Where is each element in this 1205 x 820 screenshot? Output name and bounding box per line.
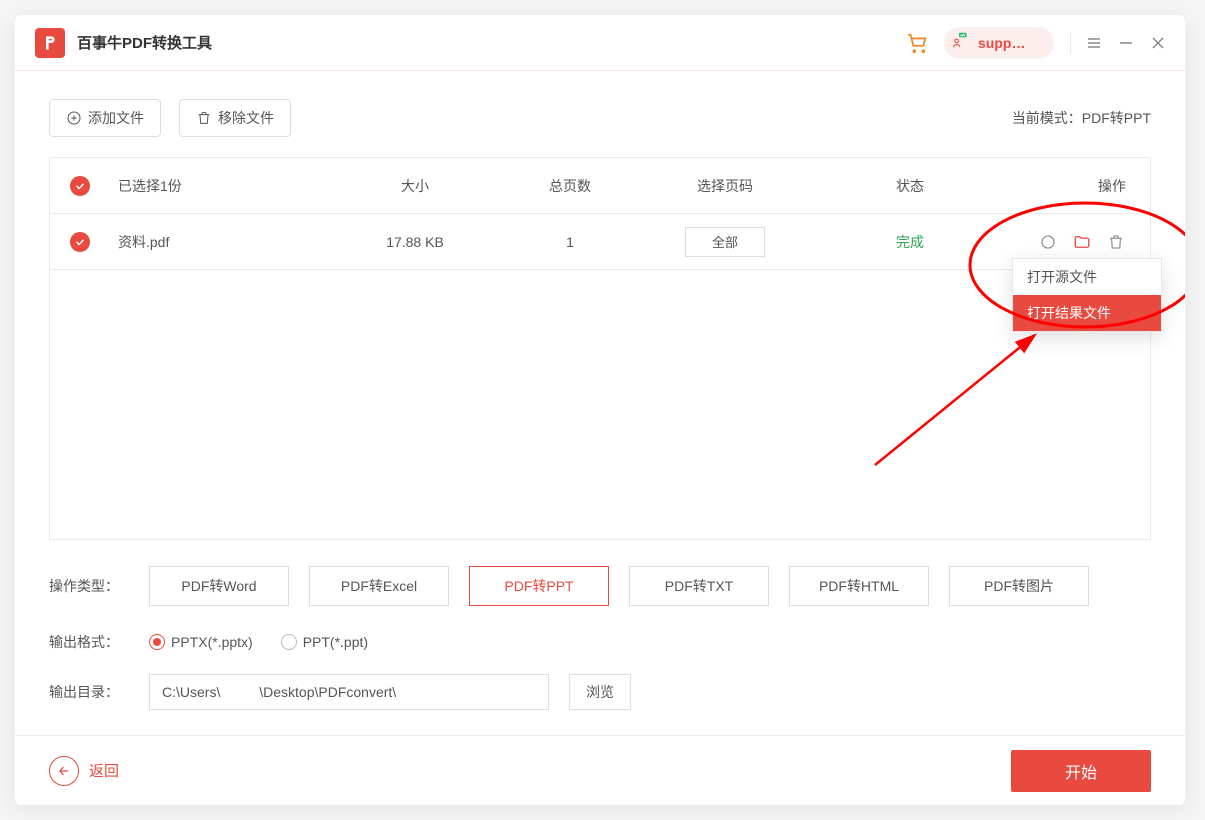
operation-type-label: 操作类型： xyxy=(49,576,129,596)
user-account-button[interactable]: supp… xyxy=(944,27,1054,59)
radio-dot-icon xyxy=(149,634,165,650)
table-empty-area xyxy=(49,270,1151,540)
op-type-5[interactable]: PDF转图片 xyxy=(949,566,1089,606)
app-logo-icon xyxy=(35,28,65,58)
header-range: 选择页码 xyxy=(640,176,810,196)
start-button[interactable]: 开始 xyxy=(1011,750,1151,792)
header-selected: 已选择1份 xyxy=(110,176,330,196)
file-table: 已选择1份 大小 总页数 选择页码 状态 操作 资料.pdf 17.88 KB … xyxy=(49,157,1151,270)
header-actions: 操作 xyxy=(1010,176,1150,196)
check-icon[interactable] xyxy=(70,232,90,252)
back-label: 返回 xyxy=(89,760,119,781)
spinner-icon[interactable] xyxy=(1038,232,1058,252)
output-dir-label: 输出目录： xyxy=(49,682,129,702)
back-button[interactable]: 返回 xyxy=(49,756,119,786)
check-all-icon[interactable] xyxy=(70,176,90,196)
row-action-menu: 打开源文件 打开结果文件 xyxy=(1012,258,1162,332)
output-dir-row: 输出目录： 浏览 xyxy=(49,674,1151,710)
output-format-label: 输出格式： xyxy=(49,632,129,652)
op-type-2[interactable]: PDF转PPT xyxy=(469,566,609,606)
row-size: 17.88 KB xyxy=(330,234,500,250)
row-pages: 1 xyxy=(500,234,640,250)
output-format-row: 输出格式： PPTX(*.pptx) PPT(*.ppt) xyxy=(49,632,1151,652)
format-radio-0[interactable]: PPTX(*.pptx) xyxy=(149,634,253,650)
operation-type-row: 操作类型： PDF转Word PDF转Excel PDF转PPT PDF转TXT PDF… xyxy=(49,566,1151,606)
radio-dot-icon xyxy=(281,634,297,650)
current-mode: 当前模式：PDF转PPT xyxy=(1012,108,1151,128)
op-type-3[interactable]: PDF转TXT xyxy=(629,566,769,606)
menu-open-result[interactable]: 打开结果文件 xyxy=(1013,295,1161,331)
header-status: 状态 xyxy=(810,176,1010,196)
remove-file-label: 移除文件 xyxy=(218,108,274,128)
op-type-1[interactable]: PDF转Excel xyxy=(309,566,449,606)
close-icon[interactable] xyxy=(1151,36,1165,50)
table-row: 资料.pdf 17.88 KB 1 全部 完成 打开源文件 打开结果文件 xyxy=(50,214,1150,270)
file-toolbar: 添加文件 移除文件 当前模式：PDF转PPT xyxy=(49,99,1151,137)
op-type-0[interactable]: PDF转Word xyxy=(149,566,289,606)
user-avatar-icon xyxy=(952,33,972,53)
row-check[interactable] xyxy=(50,232,110,252)
add-file-button[interactable]: 添加文件 xyxy=(49,99,161,137)
app-window: 百事牛PDF转换工具 supp… 添加文件 移 xyxy=(15,15,1185,805)
row-actions: 打开源文件 打开结果文件 xyxy=(1010,232,1150,252)
title-bar: 百事牛PDF转换工具 supp… xyxy=(15,15,1185,71)
format-label: PPTX(*.pptx) xyxy=(171,634,253,650)
header-pages: 总页数 xyxy=(500,176,640,196)
open-folder-icon[interactable] xyxy=(1072,232,1092,252)
format-label: PPT(*.ppt) xyxy=(303,634,368,650)
trash-icon xyxy=(196,110,212,126)
user-name: supp… xyxy=(978,35,1025,51)
page-range-button[interactable]: 全部 xyxy=(685,227,765,257)
plus-circle-icon xyxy=(66,110,82,126)
header-check[interactable] xyxy=(50,176,110,196)
cart-icon[interactable] xyxy=(904,30,930,56)
output-dir-input[interactable] xyxy=(149,674,549,710)
back-arrow-icon xyxy=(49,756,79,786)
format-radio-1[interactable]: PPT(*.ppt) xyxy=(281,634,368,650)
menu-open-source[interactable]: 打开源文件 xyxy=(1013,259,1161,295)
add-file-label: 添加文件 xyxy=(88,108,144,128)
header-size: 大小 xyxy=(330,176,500,196)
browse-button[interactable]: 浏览 xyxy=(569,674,631,710)
row-status: 完成 xyxy=(810,232,1010,252)
op-type-4[interactable]: PDF转HTML xyxy=(789,566,929,606)
delete-row-icon[interactable] xyxy=(1106,232,1126,252)
row-filename: 资料.pdf xyxy=(110,232,330,252)
menu-icon[interactable] xyxy=(1087,36,1101,50)
content-area: 添加文件 移除文件 当前模式：PDF转PPT 已选择1份 大小 总页数 选择页码… xyxy=(15,71,1185,735)
minimize-icon[interactable] xyxy=(1119,36,1133,50)
remove-file-button[interactable]: 移除文件 xyxy=(179,99,291,137)
footer: 返回 开始 xyxy=(15,735,1185,805)
app-title: 百事牛PDF转换工具 xyxy=(77,32,212,53)
table-header: 已选择1份 大小 总页数 选择页码 状态 操作 xyxy=(50,158,1150,214)
titlebar-divider xyxy=(1070,32,1071,54)
